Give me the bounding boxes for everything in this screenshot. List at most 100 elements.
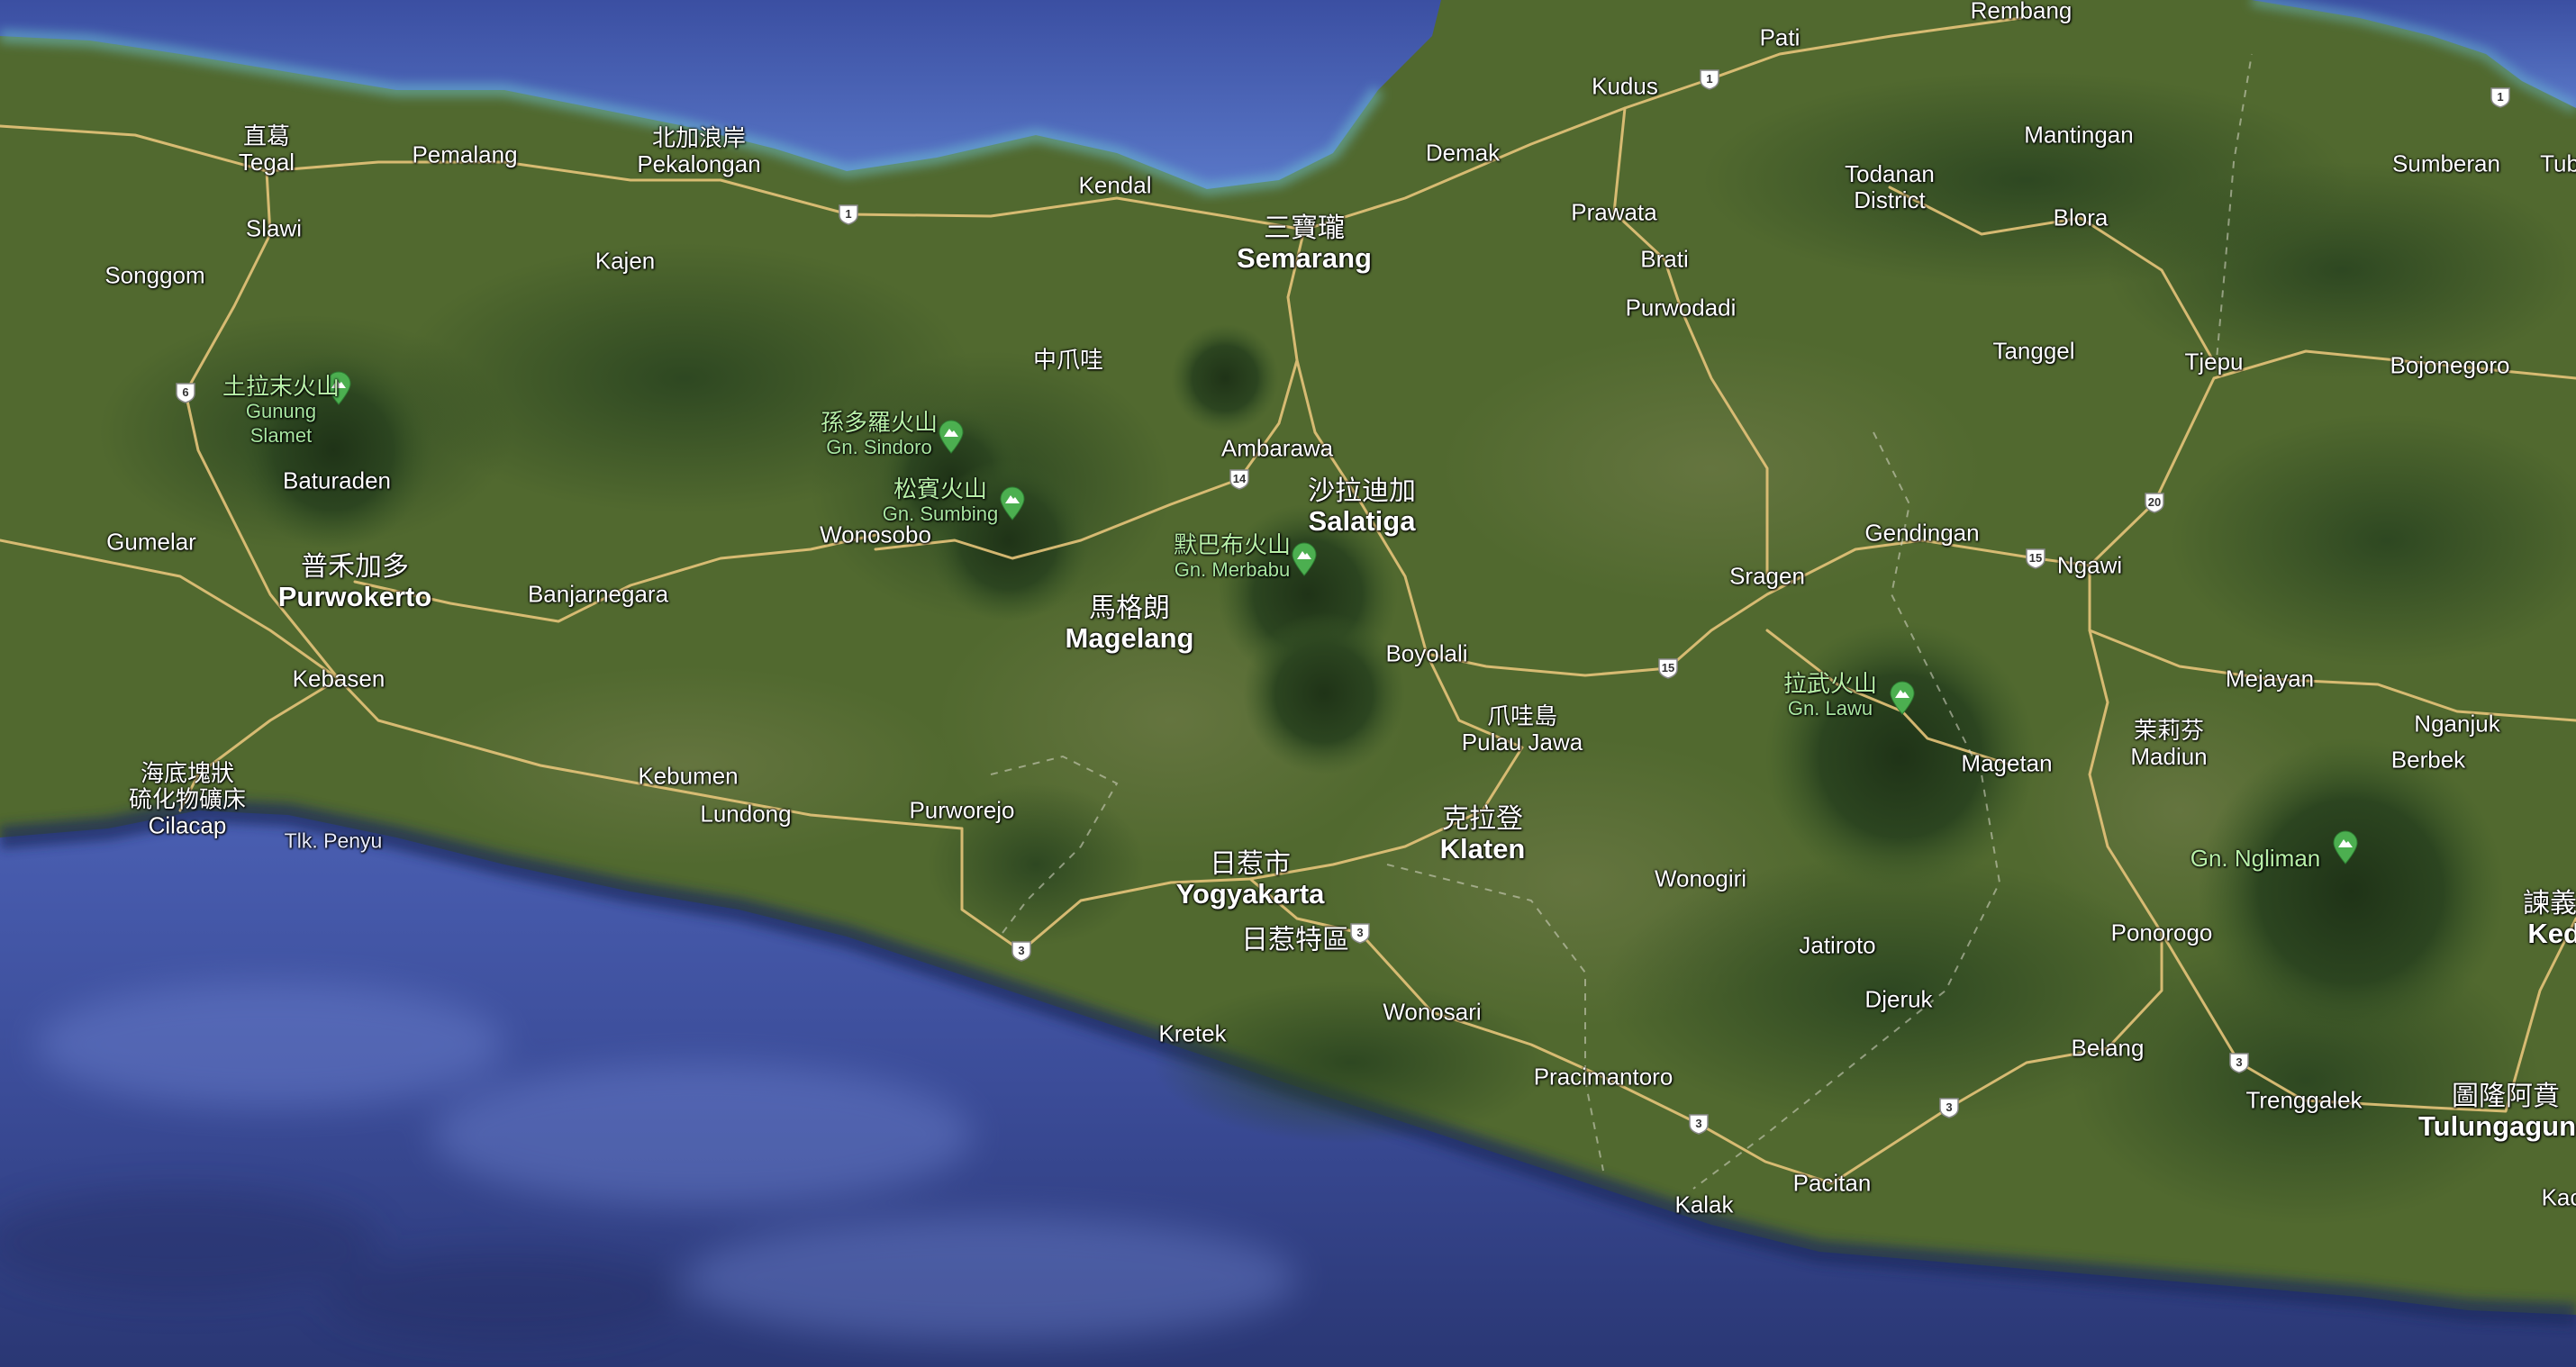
place-label-name: Kebumen <box>638 762 739 790</box>
place-label-demak[interactable]: Demak <box>1426 140 1500 167</box>
place-label-name: Kedir <box>2527 918 2576 949</box>
place-label-lundong[interactable]: Lundong <box>700 801 791 828</box>
place-label-magelang[interactable]: 馬格朗 Magelang <box>1066 593 1194 653</box>
mountain-pin-icon[interactable] <box>938 420 965 454</box>
volcano-label-cn: 松賓火山 <box>893 475 987 502</box>
place-label-mantingan[interactable]: Mantingan <box>2024 122 2133 149</box>
place-label-name: Pati <box>1759 23 1800 51</box>
place-label-nganjuk[interactable]: Nganjuk <box>2414 711 2499 738</box>
place-label-pekalongan[interactable]: 北加浪岸 Pekalongan <box>637 125 760 177</box>
place-label-tulungagung[interactable]: 圖隆阿賁 Tulungagung <box>2418 1082 2576 1141</box>
place-label-pracimantoro[interactable]: Pracimantoro <box>1534 1064 1673 1091</box>
place-label-blora[interactable]: Blora <box>2054 204 2109 231</box>
place-label-rembang[interactable]: Rembang <box>1971 0 2073 24</box>
highway-number: 15 <box>2028 551 2043 565</box>
place-label-cn: 克拉登 <box>1442 804 1523 834</box>
place-label-brati[interactable]: Brati <box>1640 246 1688 273</box>
place-label-gendingan[interactable]: Gendingan <box>1864 520 1979 547</box>
place-label-sumberan[interactable]: Sumberan <box>2392 150 2500 177</box>
place-label-madiun[interactable]: 茉莉芬 Madiun <box>2130 718 2207 770</box>
mountain-pin-icon[interactable] <box>2332 830 2359 865</box>
highway-shield-icon: 1 <box>1698 68 1721 91</box>
place-label-purwokerto[interactable]: 普禾加多 Purwokerto <box>278 552 432 611</box>
volcano-label-name: Gn. Sindoro <box>826 436 932 458</box>
place-label-kendal[interactable]: Kendal <box>1079 172 1152 199</box>
map-view[interactable]: 直葛 Tegal Pemalang 北加浪岸 Pekalongan Kendal 三寶瓏 Se… <box>0 0 2576 1367</box>
mountain-pin-icon[interactable] <box>1889 681 1916 715</box>
place-label-ponorogo[interactable]: Ponorogo <box>2111 919 2213 946</box>
place-label-name: Pekalongan <box>637 150 761 177</box>
place-label-kajen[interactable]: Kajen <box>595 248 656 275</box>
place-label-jatiroto[interactable]: Jatiroto <box>1799 932 1875 959</box>
place-label-cn: 圖隆阿賁 <box>2451 1082 2560 1111</box>
highway-shield-icon: 6 <box>174 381 197 404</box>
place-label-purwodadi[interactable]: Purwodadi <box>1626 294 1737 321</box>
place-label-wonosari[interactable]: Wonosari <box>1383 999 1481 1026</box>
place-label-kalak[interactable]: Kalak <box>1674 1190 1734 1218</box>
place-label-songgom[interactable]: Songgom <box>104 262 204 289</box>
place-label-mejayan[interactable]: Mejayan <box>2226 665 2314 693</box>
volcano-label-cn: 土拉末火山 <box>222 373 340 400</box>
place-label-name: Madiun <box>2130 743 2208 770</box>
place-label-central_java[interactable]: 中爪哇 <box>1033 347 1103 374</box>
place-label-trenggalek[interactable]: Trenggalek <box>2245 1087 2362 1114</box>
place-label-sragen[interactable]: Sragen <box>1729 563 1805 590</box>
place-label-purworejo[interactable]: Purworejo <box>909 796 1015 824</box>
mountain-pin-icon[interactable] <box>1291 542 1318 576</box>
mountain-pin-icon[interactable] <box>999 486 1026 521</box>
place-label-tegal[interactable]: 直葛 Tegal <box>239 123 295 176</box>
place-label-kretek[interactable]: Kretek <box>1158 1020 1226 1047</box>
place-label-semarang[interactable]: 三寶瓏 Semarang <box>1237 213 1372 273</box>
place-label-cilacap[interactable]: 海底塊狀 硫化物礦床 Cilacap <box>128 759 247 839</box>
place-label-kebumen[interactable]: Kebumen <box>638 762 739 790</box>
place-label-wonogiri[interactable]: Wonogiri <box>1655 865 1746 892</box>
place-label-cn: 普禾加多 <box>301 552 409 582</box>
place-label-name: Slawi <box>245 214 303 242</box>
place-label-pulau_jawa[interactable]: 爪哇島 Pulau Jawa <box>1462 703 1583 756</box>
place-label-name: Semarang <box>1237 242 1372 274</box>
place-label-yogyakarta[interactable]: 日惹市 Yogyakarta <box>1176 849 1325 909</box>
place-label-name: Kudus <box>1592 72 1658 100</box>
place-label-banjarnegara[interactable]: Banjarnegara <box>527 580 669 608</box>
place-label-tjepu[interactable]: Tjepu <box>2184 349 2243 376</box>
place-label-pati[interactable]: Pati <box>1759 23 1800 51</box>
highway-shield-icon: 3 <box>1348 921 1372 945</box>
place-label-pacitan[interactable]: Pacitan <box>1793 1170 1872 1197</box>
place-label-slawi[interactable]: Slawi <box>245 214 303 242</box>
place-label-magetan[interactable]: Magetan <box>1961 750 2052 777</box>
place-label-tanggel[interactable]: Tanggel <box>1992 338 2074 365</box>
highway-number: 1 <box>845 207 852 221</box>
place-label-tub[interactable]: Tub <box>2540 150 2576 177</box>
place-label-klaten[interactable]: 克拉登 Klaten <box>1440 804 1526 864</box>
volcano-label: 松賓火山 Gn. Sumbing <box>883 477 998 526</box>
place-label-kac[interactable]: Kac <box>2542 1184 2576 1211</box>
highway-number: 14 <box>1232 472 1247 485</box>
place-label-name: Banjarnegara <box>527 580 669 608</box>
highway-shield-icon: 1 <box>2489 86 2512 109</box>
place-label-kebasen[interactable]: Kebasen <box>293 665 385 693</box>
place-label-cn: 日惹市 <box>1210 849 1291 879</box>
highway-number: 20 <box>2147 495 2162 509</box>
place-label-cn: 海底塊狀 硫化物礦床 <box>128 759 247 813</box>
highway-number: 3 <box>1356 926 1364 939</box>
place-label-boyolali[interactable]: Boyolali <box>1385 640 1467 667</box>
volcano-label-name: Gunung Slamet <box>245 400 317 447</box>
place-label-todanan[interactable]: Todanan District <box>1845 161 1935 213</box>
place-label-belang[interactable]: Belang <box>2072 1035 2145 1062</box>
place-label-diy[interactable]: 日惹特區 <box>1241 926 1349 955</box>
place-label-tlk_penyu[interactable]: Tlk. Penyu <box>285 828 383 855</box>
place-label-name: Kalak <box>1674 1190 1734 1218</box>
place-label-prawata[interactable]: Prawata <box>1571 199 1656 226</box>
place-label-ngawi[interactable]: Ngawi <box>2057 552 2122 579</box>
place-label-baturaden[interactable]: Baturaden <box>283 467 391 494</box>
place-label-kudus[interactable]: Kudus <box>1592 72 1658 100</box>
place-label-pemalang[interactable]: Pemalang <box>412 141 517 168</box>
place-label-ambarawa[interactable]: Ambarawa <box>1221 435 1333 462</box>
place-label-djeruk[interactable]: Djeruk <box>1864 986 1932 1013</box>
place-label-salatiga[interactable]: 沙拉迪加 Salatiga <box>1308 476 1416 536</box>
place-label-berbek[interactable]: Berbek <box>2391 747 2465 774</box>
place-label-name: Purworejo <box>909 796 1015 824</box>
place-label-gumelar[interactable]: Gumelar <box>106 529 196 556</box>
place-label-bojonegoro[interactable]: Bojonegoro <box>2390 352 2510 379</box>
place-label-kediri[interactable]: 諫義里Kedir <box>2523 889 2576 948</box>
